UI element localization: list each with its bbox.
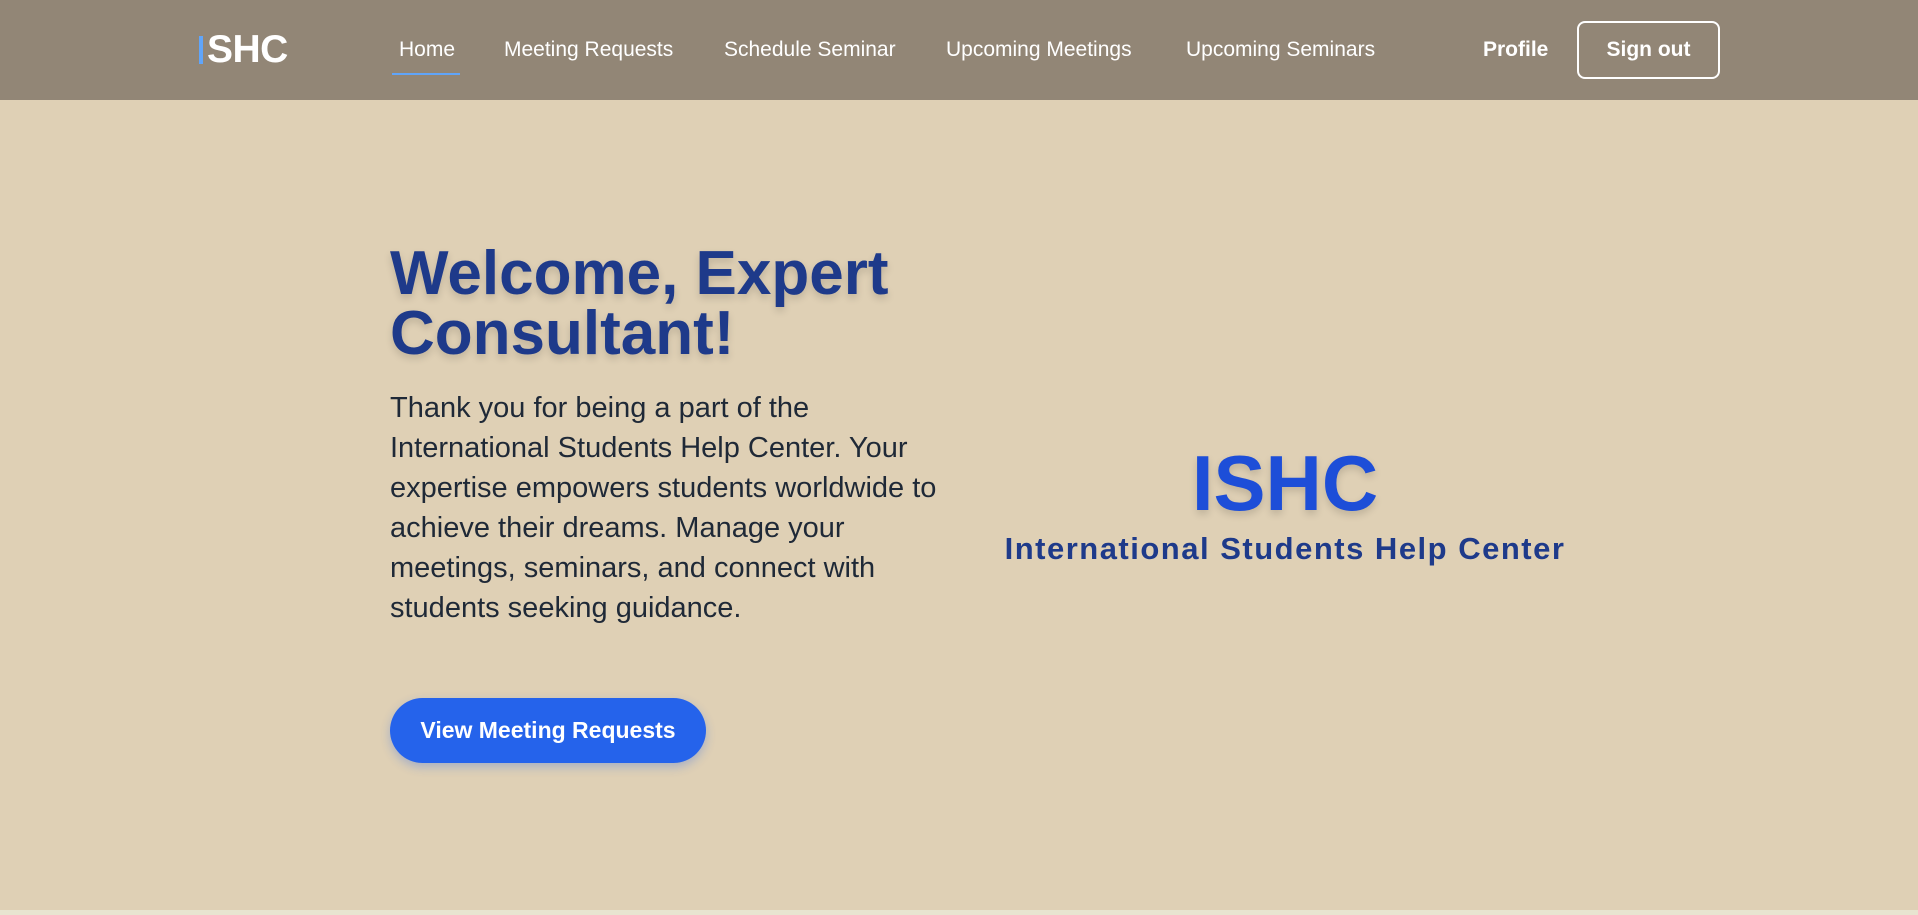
logo[interactable]: SHC — [199, 26, 288, 74]
hero-title: Welcome, Expert Consultant! — [390, 239, 889, 368]
logo-text: SHC — [207, 28, 288, 71]
brand-subtitle: International Students Help Center — [1004, 531, 1566, 566]
view-meeting-requests-button[interactable]: View Meeting Requests — [390, 698, 706, 763]
nav-link-upcoming-seminars[interactable]: Upcoming Seminars — [1186, 36, 1375, 64]
logo-accent-bar — [199, 36, 203, 64]
nav-active-underline — [392, 73, 460, 75]
nav-link-meeting-requests[interactable]: Meeting Requests — [504, 36, 673, 64]
navbar: SHC Home Meeting Requests Schedule Semin… — [0, 0, 1918, 100]
sign-out-button[interactable]: Sign out — [1577, 21, 1720, 79]
nav-link-upcoming-meetings[interactable]: Upcoming Meetings — [946, 36, 1132, 64]
page-bottom-edge — [0, 910, 1918, 915]
hero-description: Thank you for being a part of the Intern… — [390, 392, 937, 624]
brand-title: ISHC — [1191, 439, 1379, 527]
profile-link[interactable]: Profile — [1483, 36, 1548, 64]
nav-link-home[interactable]: Home — [399, 36, 455, 64]
nav-link-schedule-seminar[interactable]: Schedule Seminar — [724, 36, 896, 64]
